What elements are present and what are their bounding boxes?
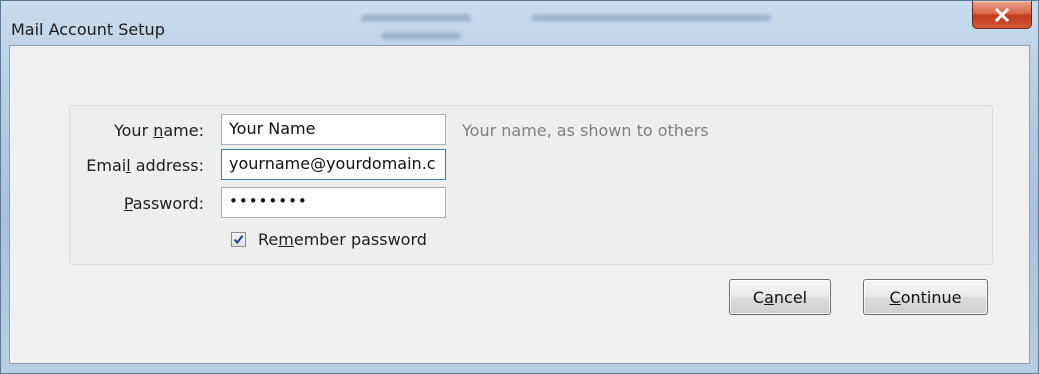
your-name-label: Your name: <box>113 121 204 140</box>
password-label: Password: <box>123 194 204 213</box>
dialog-client-area: Your name: Your Name Your name, as shown… <box>9 45 1030 364</box>
email-address-label: Email address: <box>86 156 204 175</box>
remember-password-label[interactable]: Remember password <box>258 230 427 249</box>
mail-account-setup-window: Mail Account Setup Your name: Your Name … <box>0 0 1039 374</box>
continue-button[interactable]: Continue <box>863 279 988 315</box>
title-bar[interactable]: Mail Account Setup <box>1 1 1038 45</box>
account-details-group: Your name: Your Name Your name, as shown… <box>69 105 993 265</box>
email-address-input[interactable]: yourname@yourdomain.c <box>221 149 446 180</box>
close-icon <box>994 7 1010 22</box>
window-title: Mail Account Setup <box>11 20 165 39</box>
remember-password-checkbox[interactable] <box>231 232 246 247</box>
password-input[interactable]: •••••••• <box>221 187 446 218</box>
checkmark-icon <box>233 235 244 245</box>
your-name-hint: Your name, as shown to others <box>462 121 709 140</box>
your-name-input[interactable]: Your Name <box>221 114 446 145</box>
cancel-button[interactable]: Ca ncel <box>729 279 831 315</box>
close-button[interactable] <box>972 1 1032 29</box>
